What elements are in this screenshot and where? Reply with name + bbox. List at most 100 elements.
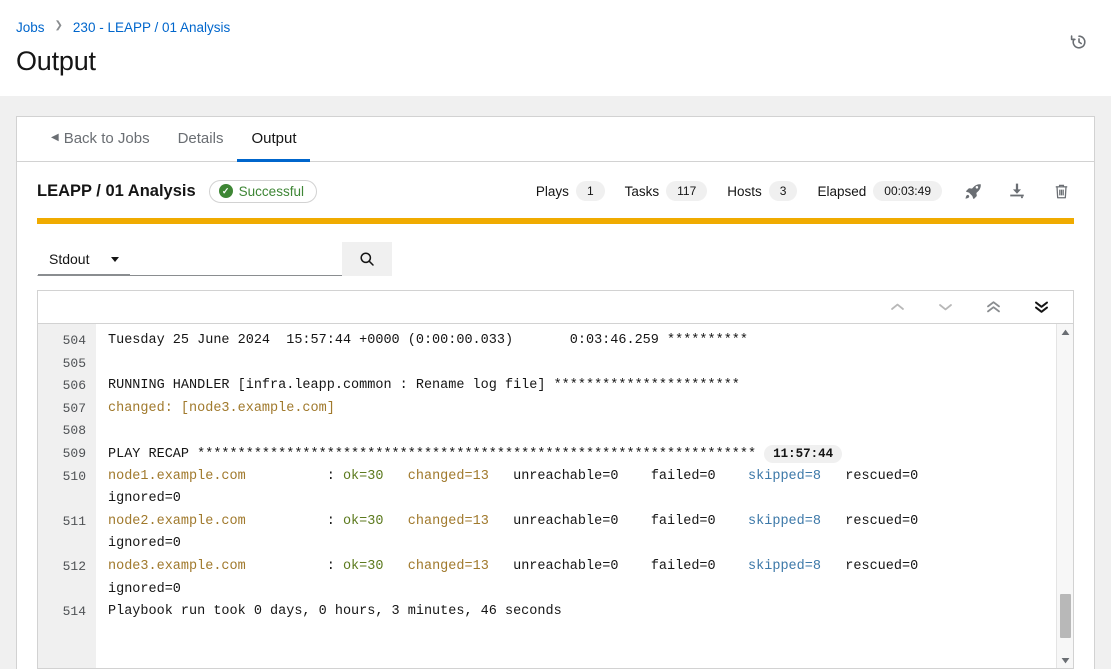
line-number: 509 — [62, 445, 86, 461]
line-number: 512 — [62, 558, 86, 574]
stat-elapsed-label: Elapsed — [817, 183, 867, 199]
tab-output[interactable]: Output — [237, 118, 311, 162]
job-output-card: ◀ Back to Jobs Details Output LEAPP / 01… — [16, 116, 1095, 669]
breadcrumb: Jobs ❯ 230 - LEAPP / 01 Analysis — [16, 18, 1091, 36]
status-badge[interactable]: ✓ Successful — [208, 179, 317, 203]
console-segment: : — [245, 513, 343, 529]
line-number: 508 — [62, 423, 86, 439]
line-number: 504 — [62, 333, 86, 348]
console-output-text[interactable]: Tuesday 25 June 2024 15:57:44 +0000 (0:0… — [96, 324, 1056, 668]
stat-tasks: Tasks 117 — [625, 181, 708, 201]
console-line: Tuesday 25 June 2024 15:57:44 +0000 (0:0… — [108, 330, 1056, 353]
line-number: 510 — [62, 468, 86, 484]
stat-plays: Plays 1 — [536, 181, 605, 201]
console-segment: rescued=0 — [820, 468, 919, 484]
scrollbar-track[interactable] — [1057, 340, 1073, 652]
scrollbar-down-arrow-icon[interactable] — [1057, 652, 1073, 668]
console-segment: : — [245, 468, 343, 484]
trash-icon[interactable] — [1048, 178, 1074, 204]
stat-plays-label: Plays — [535, 183, 569, 199]
line-number: 514 — [62, 604, 86, 620]
console-segment: skipped=8 — [748, 558, 821, 574]
console-segment: rescued=0 — [820, 558, 919, 574]
console-body: 504 505 506 507 508 509 510. 511. 512. 514 Tuesda… — [38, 324, 1073, 668]
line-timestamp-badge: 11:57:44 — [764, 444, 843, 463]
breadcrumb-item-jobs[interactable]: Jobs — [16, 20, 45, 35]
console-segment: changed: [node3.example.com] — [108, 400, 335, 416]
line-number: 506 — [62, 378, 86, 394]
console-segment — [383, 514, 407, 529]
line-number-gutter: 504 505 506 507 508 509 510. 511. 512. 514 — [38, 324, 96, 668]
console-segment: skipped=8 — [748, 468, 821, 484]
console-segment — [383, 559, 407, 574]
output-search-bar: Stdout — [17, 224, 1094, 290]
console-segment: changed=13 — [407, 468, 489, 484]
download-icon[interactable] — [1004, 178, 1030, 204]
chevron-up-icon[interactable] — [873, 292, 921, 323]
stat-tasks-label: Tasks — [624, 183, 660, 199]
line-number: 507 — [62, 400, 86, 416]
stat-plays-value: 1 — [575, 181, 605, 201]
console-line-continuation: ignored=0 — [108, 581, 181, 597]
console-segment: skipped=8 — [748, 513, 821, 529]
stdout-filter-select[interactable]: Stdout — [37, 242, 131, 276]
console-line-continuation: ignored=0 — [108, 491, 181, 507]
check-circle-icon: ✓ — [218, 184, 233, 198]
breadcrumb-item-job[interactable]: 230 - LEAPP / 01 Analysis — [73, 20, 230, 35]
console-segment: RUNNING HANDLER [infra.leapp.common : Re… — [108, 378, 740, 394]
breadcrumb-separator-icon: ❯ — [54, 20, 63, 31]
console-line-continuation: ignored=0 — [108, 536, 181, 552]
stat-elapsed-value: 00:03:49 — [873, 181, 942, 201]
back-arrow-icon: ◀ — [51, 132, 59, 143]
console-segment: node1.example.com — [108, 468, 246, 484]
line-number: 511 — [62, 513, 86, 529]
stat-hosts-label: Hosts — [727, 183, 762, 199]
console-segment: Tuesday 25 June 2024 15:57:44 +0000 (0:0… — [108, 333, 749, 348]
page-title: Output — [16, 46, 96, 76]
stat-elapsed: Elapsed 00:03:49 — [817, 181, 942, 201]
console-line: RUNNING HANDLER [infra.leapp.common : Re… — [108, 375, 1056, 398]
scrollbar-up-arrow-icon[interactable] — [1057, 324, 1073, 340]
console-segment: PLAY RECAP *****************************… — [108, 446, 757, 462]
console-segment: ok=30 — [342, 468, 384, 484]
double-chevron-up-icon[interactable] — [969, 292, 1017, 323]
console-line: Playbook run took 0 days, 0 hours, 3 min… — [108, 601, 1056, 624]
console-panel: 504 505 506 507 508 509 510. 511. 512. 514 Tuesda… — [37, 290, 1074, 669]
console-segment: unreachable=0 failed=0 — [488, 468, 749, 484]
job-stats: Plays 1 Tasks 117 Hosts 3 Elapsed 00:03:… — [516, 178, 1074, 204]
search-group: Stdout — [37, 242, 393, 276]
tab-details[interactable]: Details — [164, 118, 238, 162]
stat-tasks-value: 117 — [666, 181, 708, 201]
console-segment: ok=30 — [342, 558, 384, 574]
rocket-icon[interactable] — [960, 178, 986, 204]
scrollbar-thumb[interactable] — [1060, 594, 1071, 638]
history-icon[interactable] — [1065, 28, 1093, 56]
chevron-down-icon[interactable] — [921, 292, 969, 323]
line-number-continuation: . — [38, 579, 96, 602]
content-wrapper: ◀ Back to Jobs Details Output LEAPP / 01… — [0, 116, 1111, 669]
tab-details-label: Details — [177, 130, 224, 147]
double-chevron-down-icon[interactable] — [1017, 292, 1065, 323]
console-nav-toolbar — [38, 291, 1073, 324]
console-segment: unreachable=0 failed=0 — [488, 513, 749, 529]
line-number: 505 — [62, 355, 86, 371]
tab-back-to-jobs[interactable]: ◀ Back to Jobs — [37, 118, 164, 162]
line-number-continuation: . — [38, 533, 96, 556]
console-segment: changed=13 — [407, 513, 489, 529]
console-segment — [383, 469, 407, 484]
console-segment: : — [245, 558, 343, 574]
console-segment: ok=30 — [342, 513, 384, 529]
console-scrollbar[interactable] — [1056, 324, 1073, 668]
console-line: node2.example.com : ok=30 changed=13 unr… — [108, 511, 1056, 534]
console-segment: node3.example.com — [108, 558, 246, 574]
tab-bar: ◀ Back to Jobs Details Output — [17, 117, 1094, 162]
console-line: PLAY RECAP *****************************… — [108, 443, 1056, 466]
search-input[interactable] — [130, 242, 343, 276]
stat-hosts: Hosts 3 — [727, 181, 798, 201]
search-button[interactable] — [342, 242, 393, 276]
console-segment: Playbook run took 0 days, 0 hours, 3 min… — [108, 604, 562, 620]
line-number-continuation: . — [38, 488, 96, 511]
console-segment: changed=13 — [407, 558, 489, 574]
